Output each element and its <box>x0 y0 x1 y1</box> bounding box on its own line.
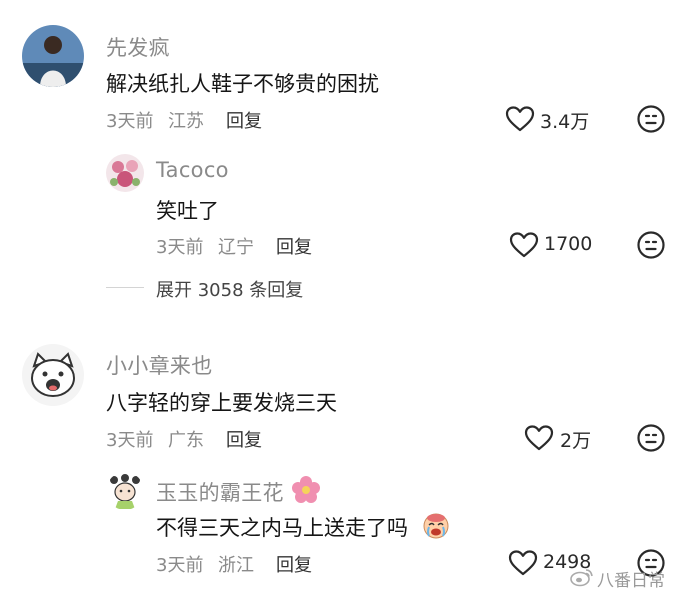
comment-location: 辽宁 <box>218 237 254 258</box>
heart-icon[interactable] <box>508 549 538 577</box>
commenter-name[interactable]: Tacoco <box>156 158 229 182</box>
reply-button[interactable]: 回复 <box>276 551 312 577</box>
avatar[interactable] <box>106 154 144 192</box>
like-count: 3.4万 <box>540 111 590 133</box>
weibo-logo-icon <box>570 567 594 587</box>
heart-icon[interactable] <box>505 105 535 133</box>
commenter-name[interactable]: 玉玉的霸王花 <box>156 477 284 507</box>
comment-time: 3天前 <box>106 430 154 451</box>
heart-icon[interactable] <box>509 231 539 259</box>
commenter-name[interactable]: 先发疯 <box>106 32 170 62</box>
watermark: 八番日常 <box>597 571 665 591</box>
comment-text: 八字轻的穿上要发烧三天 <box>106 391 337 415</box>
comment-text: 解决纸扎人鞋子不够贵的困扰 <box>106 72 379 96</box>
reply-button[interactable]: 回复 <box>226 107 262 133</box>
comment-time: 3天前 <box>156 237 204 258</box>
reply-button[interactable]: 回复 <box>276 233 312 259</box>
commenter-name[interactable]: 小小章来也 <box>106 350 213 380</box>
comment-text: 不得三天之内马上送走了吗 <box>156 516 408 540</box>
divider <box>106 287 144 288</box>
comment-location: 江苏 <box>168 111 204 132</box>
expand-replies-button[interactable]: 展开 3058 条回复 <box>156 276 303 302</box>
like-count: 1700 <box>544 233 593 255</box>
reply-button[interactable]: 回复 <box>226 426 262 452</box>
comment-text: 笑吐了 <box>156 199 219 223</box>
comment-location: 浙江 <box>218 555 254 576</box>
heart-icon[interactable] <box>524 424 554 452</box>
avatar[interactable] <box>106 472 144 510</box>
comment-time: 3天前 <box>106 111 154 132</box>
dislike-face-icon[interactable] <box>636 104 666 134</box>
crying-emoji-icon <box>421 510 451 540</box>
dislike-face-icon[interactable] <box>636 230 666 260</box>
comment-time: 3天前 <box>156 555 204 576</box>
flower-emoji-icon <box>290 474 322 506</box>
dislike-face-icon[interactable] <box>636 423 666 453</box>
like-count: 2万 <box>560 430 592 452</box>
avatar[interactable] <box>22 344 84 406</box>
avatar[interactable] <box>22 25 84 87</box>
comment-location: 广东 <box>168 430 204 451</box>
